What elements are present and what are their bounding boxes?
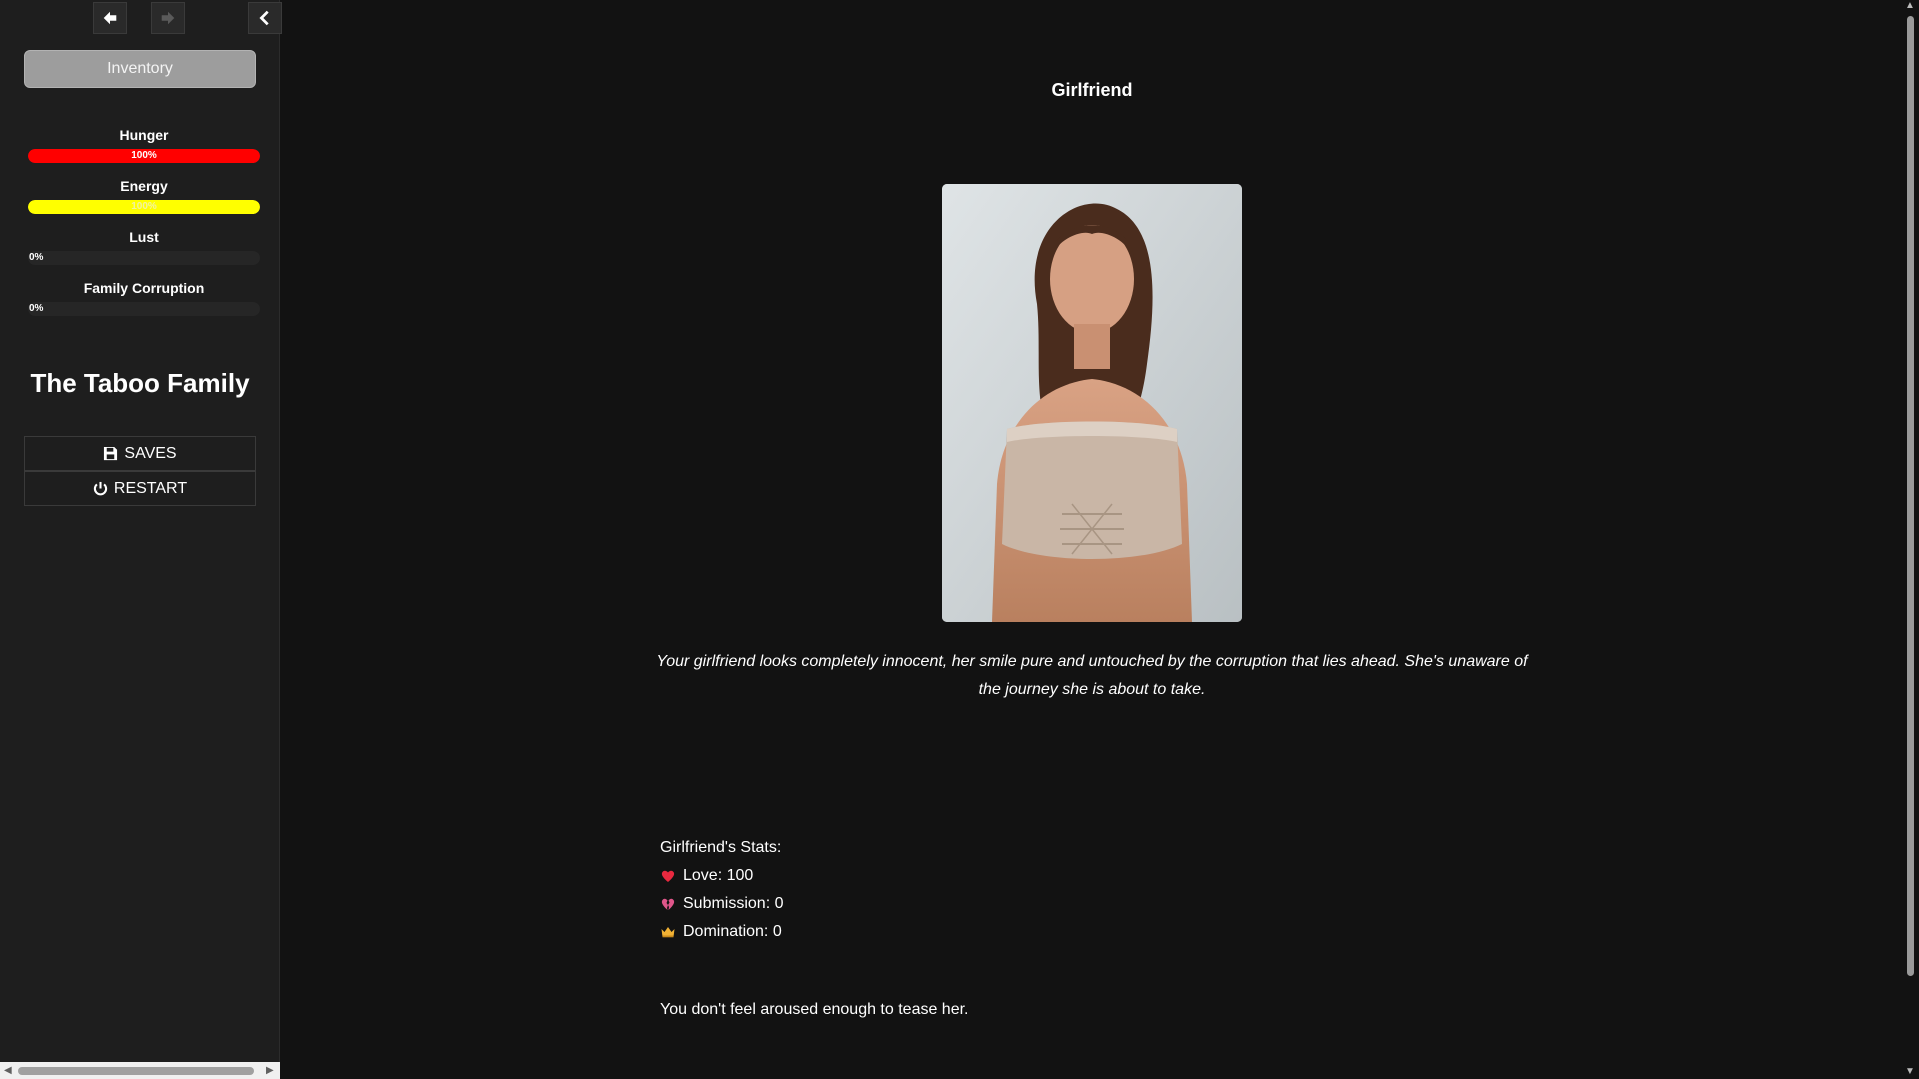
broken-heart-icon bbox=[661, 898, 675, 910]
energy-label: Energy bbox=[120, 178, 168, 194]
love-stat: Love: 100 bbox=[660, 862, 784, 890]
love-value: Love: 100 bbox=[683, 867, 754, 884]
scroll-up-arrow-icon[interactable]: ▲ bbox=[1905, 0, 1915, 11]
restart-button[interactable]: RESTART bbox=[24, 471, 256, 506]
back-button[interactable] bbox=[93, 2, 127, 34]
sidebar-horizontal-scrollbar[interactable]: ◀ ▶ bbox=[0, 1062, 280, 1079]
scrollbar-thumb[interactable] bbox=[1907, 16, 1914, 976]
energy-value: 100% bbox=[131, 201, 157, 212]
collapse-sidebar-button[interactable] bbox=[248, 2, 282, 34]
hunger-bar: 100% bbox=[28, 149, 260, 163]
hunger-stat: Hunger 100% bbox=[28, 127, 260, 163]
hunger-value: 100% bbox=[131, 150, 157, 161]
domination-value: Domination: 0 bbox=[683, 923, 782, 940]
family-corruption-bar: 0% bbox=[28, 302, 260, 316]
family-corruption-label: Family Corruption bbox=[83, 280, 205, 296]
submission-stat: Submission: 0 bbox=[660, 890, 784, 918]
hunger-label: Hunger bbox=[119, 127, 169, 143]
scene-description: Your girlfriend looks completely innocen… bbox=[656, 653, 1528, 698]
forward-button[interactable] bbox=[151, 2, 185, 34]
restart-label: RESTART bbox=[113, 479, 188, 497]
lust-stat: Lust 0% bbox=[28, 229, 260, 265]
saves-button[interactable]: SAVES bbox=[24, 436, 256, 471]
inventory-button[interactable]: Inventory bbox=[24, 50, 256, 88]
lust-bar: 0% bbox=[28, 251, 260, 265]
energy-stat: Energy 100% bbox=[28, 178, 260, 214]
stats-heading: Girlfriend's Stats: bbox=[660, 839, 782, 856]
sidebar: Inventory Hunger 100% Energy 100% Lust 0… bbox=[0, 0, 282, 1079]
page-vertical-scrollbar[interactable]: ▲ ▼ bbox=[1902, 0, 1919, 1079]
submission-value: Submission: 0 bbox=[683, 895, 784, 912]
family-corruption-stat: Family Corruption 0% bbox=[28, 280, 260, 316]
power-icon bbox=[93, 481, 107, 496]
saves-label: SAVES bbox=[124, 444, 177, 462]
girlfriend-portrait bbox=[942, 184, 1242, 622]
crown-icon bbox=[661, 927, 675, 938]
scrollbar-thumb[interactable] bbox=[18, 1067, 254, 1075]
game-title: The Taboo Family bbox=[30, 368, 250, 398]
portrait-image bbox=[942, 184, 1242, 622]
scroll-left-arrow-icon[interactable]: ◀ bbox=[4, 1065, 12, 1076]
page-heading: Girlfriend bbox=[1051, 80, 1133, 100]
inventory-label: Inventory bbox=[107, 60, 173, 77]
heart-icon bbox=[661, 870, 675, 882]
chevron-left-icon bbox=[259, 10, 269, 26]
energy-bar: 100% bbox=[28, 200, 260, 214]
lust-label: Lust bbox=[129, 229, 159, 245]
girlfriend-stats: Girlfriend's Stats: Love: 100 Submission… bbox=[660, 834, 784, 946]
arrow-right-icon bbox=[161, 11, 175, 25]
domination-stat: Domination: 0 bbox=[660, 918, 784, 946]
arrow-left-icon bbox=[103, 11, 117, 25]
arousal-message: You don't feel aroused enough to tease h… bbox=[660, 1001, 969, 1018]
family-corruption-value: 0% bbox=[29, 303, 44, 314]
main-content: Girlfriend Your girlfriend looks complet… bbox=[281, 0, 1899, 1079]
lust-value: 0% bbox=[29, 252, 44, 263]
scroll-right-arrow-icon[interactable]: ▶ bbox=[266, 1065, 274, 1076]
scroll-down-arrow-icon[interactable]: ▼ bbox=[1905, 1066, 1915, 1077]
floppy-disk-icon bbox=[104, 446, 118, 461]
